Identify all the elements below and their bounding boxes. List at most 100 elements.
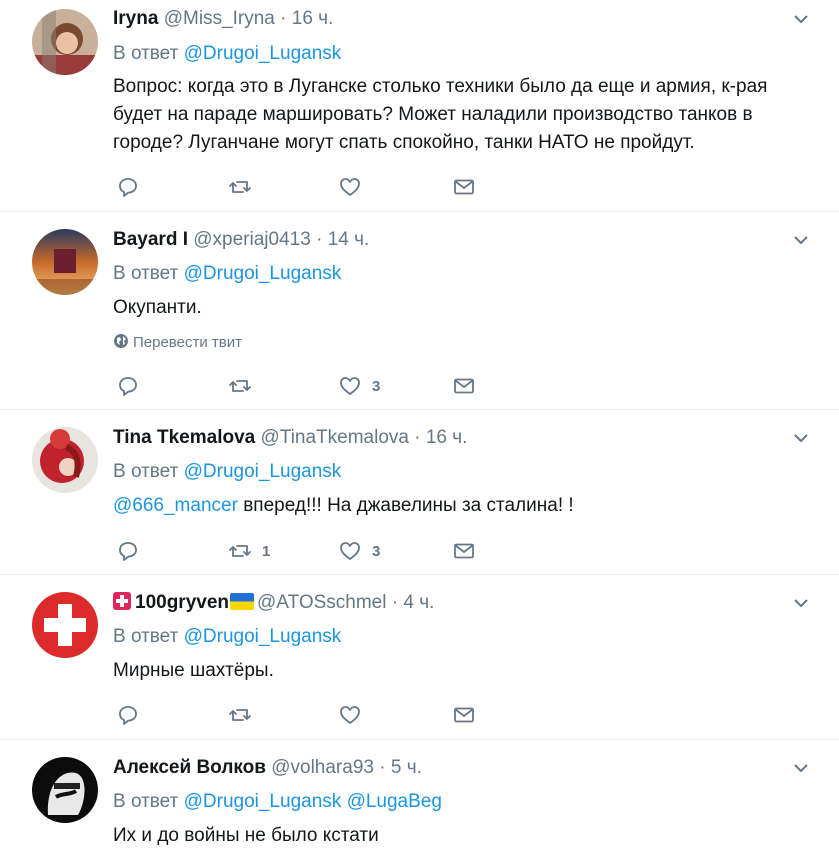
direct-message-icon <box>454 707 474 723</box>
avatar[interactable] <box>32 592 98 658</box>
reply-button[interactable] <box>116 703 140 727</box>
swiss-flag-icon <box>113 592 131 610</box>
display-name[interactable]: Tina Tkemalova <box>113 427 255 448</box>
reply-mention[interactable]: @Drugoi_Lugansk <box>184 263 342 284</box>
retweet-button[interactable] <box>228 175 262 199</box>
tweet-feed: Iryna @Miss_Iryna · 16 ч. В ответ @Drugo… <box>0 0 839 855</box>
timestamp[interactable]: 16 ч. <box>426 427 468 448</box>
ukraine-flag-icon <box>230 593 255 610</box>
retweet-count: 1 <box>262 542 271 560</box>
username[interactable]: @volhara93 <box>271 757 374 778</box>
tweet-actions <box>116 703 496 727</box>
like-icon <box>340 542 360 560</box>
tweet-header: Iryna @Miss_Iryna · 16 ч. <box>113 7 333 31</box>
reply-button[interactable] <box>116 374 140 398</box>
display-name[interactable]: 100gryven <box>135 592 229 613</box>
timestamp[interactable]: 14 ч. <box>328 229 370 250</box>
tweet-header: Tina Tkemalova @TinaTkemalova · 16 ч. <box>113 426 467 450</box>
chevron-down-icon[interactable] <box>793 595 809 611</box>
retweet-icon <box>229 181 251 193</box>
retweet-button[interactable] <box>228 703 262 727</box>
timestamp[interactable]: 5 ч. <box>391 757 422 778</box>
reply-button[interactable] <box>116 175 140 199</box>
separator: · <box>379 757 386 778</box>
separator: · <box>316 229 323 250</box>
direct-message-icon <box>454 543 474 559</box>
username[interactable]: @TinaTkemalova <box>261 427 409 448</box>
tweet-actions: 1 3 <box>116 539 496 563</box>
reply-context: В ответ @Drugoi_Lugansk <box>113 460 341 484</box>
avatar[interactable] <box>32 229 98 295</box>
display-name[interactable]: Bayard I <box>113 229 188 250</box>
like-button[interactable] <box>338 175 372 199</box>
reply-prefix: В ответ <box>113 626 179 647</box>
chevron-down-icon[interactable] <box>793 430 809 446</box>
tweet-header: Алексей Волков @volhara93 · 5 ч. <box>113 756 422 780</box>
username[interactable]: @xperiaj0413 <box>193 229 311 250</box>
tweet-text: Окупанти. <box>113 297 202 318</box>
direct-message-button[interactable] <box>452 374 476 398</box>
like-count: 3 <box>372 377 381 395</box>
tweet-tina[interactable]: Tina Tkemalova @TinaTkemalova · 16 ч. В … <box>0 410 839 575</box>
like-button[interactable]: 3 <box>338 539 380 563</box>
reply-prefix: В ответ <box>113 43 179 64</box>
reply-icon <box>119 706 137 725</box>
tweet-actions: 3 <box>116 374 496 398</box>
chevron-down-icon[interactable] <box>793 760 809 776</box>
reply-prefix: В ответ <box>113 263 179 284</box>
tweet-header: 100gryven @ATOSschmel · 4 ч. <box>113 591 434 615</box>
translate-link[interactable]: Перевести твит <box>113 333 242 351</box>
chevron-down-icon[interactable] <box>793 11 809 27</box>
reply-context: В ответ @Drugoi_Lugansk <box>113 42 341 66</box>
tweet-header: Bayard I @xperiaj0413 · 14 ч. <box>113 228 369 252</box>
timestamp[interactable]: 4 ч. <box>403 592 434 613</box>
username[interactable]: @Miss_Iryna <box>164 8 275 29</box>
tweet-text: @666_mancer вперед!!! На джавелины за ст… <box>113 492 793 520</box>
direct-message-icon <box>454 179 474 195</box>
tweet-iryna[interactable]: Iryna @Miss_Iryna · 16 ч. В ответ @Drugo… <box>0 0 839 212</box>
reply-context: В ответ @Drugoi_Lugansk <box>113 625 341 649</box>
text-mention[interactable]: @666_mancer <box>113 495 238 516</box>
reply-icon <box>119 542 137 561</box>
timestamp[interactable]: 16 ч. <box>292 8 334 29</box>
tweet-actions <box>116 175 496 199</box>
reply-icon <box>119 377 137 396</box>
reply-mention[interactable]: @Drugoi_Lugansk <box>184 626 342 647</box>
tweet-text: Вопрос: когда это в Луганске столько тех… <box>113 76 768 153</box>
like-icon <box>340 178 360 196</box>
direct-message-button[interactable] <box>452 703 476 727</box>
reply-mention[interactable]: @Drugoi_Lugansk <box>184 461 342 482</box>
tweet-100gryven[interactable]: 100gryven @ATOSschmel · 4 ч. В ответ @Dru… <box>0 575 839 740</box>
reply-prefix: В ответ <box>113 791 179 812</box>
reply-mention-2[interactable]: @LugaBeg <box>347 791 442 812</box>
display-name[interactable]: Алексей Волков <box>113 757 266 778</box>
like-button[interactable] <box>338 703 372 727</box>
tweet-text: Их и до войны не было кстати <box>113 825 379 846</box>
avatar[interactable] <box>32 9 98 75</box>
retweet-icon <box>229 380 251 392</box>
reply-prefix: В ответ <box>113 461 179 482</box>
like-icon <box>340 377 360 395</box>
tweet-aleksey[interactable]: Алексей Волков @volhara93 · 5 ч. В ответ… <box>0 740 839 855</box>
direct-message-button[interactable] <box>452 539 476 563</box>
username[interactable]: @ATOSschmel <box>257 592 386 613</box>
reply-mention[interactable]: @Drugoi_Lugansk <box>184 791 342 812</box>
separator: · <box>280 8 287 29</box>
reply-context: В ответ @Drugoi_Lugansk <box>113 262 341 286</box>
reply-button[interactable] <box>116 539 140 563</box>
retweet-button[interactable] <box>228 374 262 398</box>
globe-icon <box>114 334 128 348</box>
display-name[interactable]: Iryna <box>113 8 158 29</box>
retweet-button[interactable]: 1 <box>228 539 270 563</box>
direct-message-button[interactable] <box>452 175 476 199</box>
avatar[interactable] <box>32 757 98 823</box>
tweet-bayard[interactable]: Bayard I @xperiaj0413 · 14 ч. В ответ @D… <box>0 212 839 410</box>
like-button[interactable]: 3 <box>338 374 380 398</box>
separator: · <box>414 427 421 448</box>
reply-mention[interactable]: @Drugoi_Lugansk <box>184 43 342 64</box>
avatar[interactable] <box>32 427 98 493</box>
reply-context: В ответ @Drugoi_Lugansk @LugaBeg <box>113 790 442 814</box>
chevron-down-icon[interactable] <box>793 232 809 248</box>
tweet-text: Мирные шахтёры. <box>113 660 274 681</box>
like-count: 3 <box>372 542 381 560</box>
